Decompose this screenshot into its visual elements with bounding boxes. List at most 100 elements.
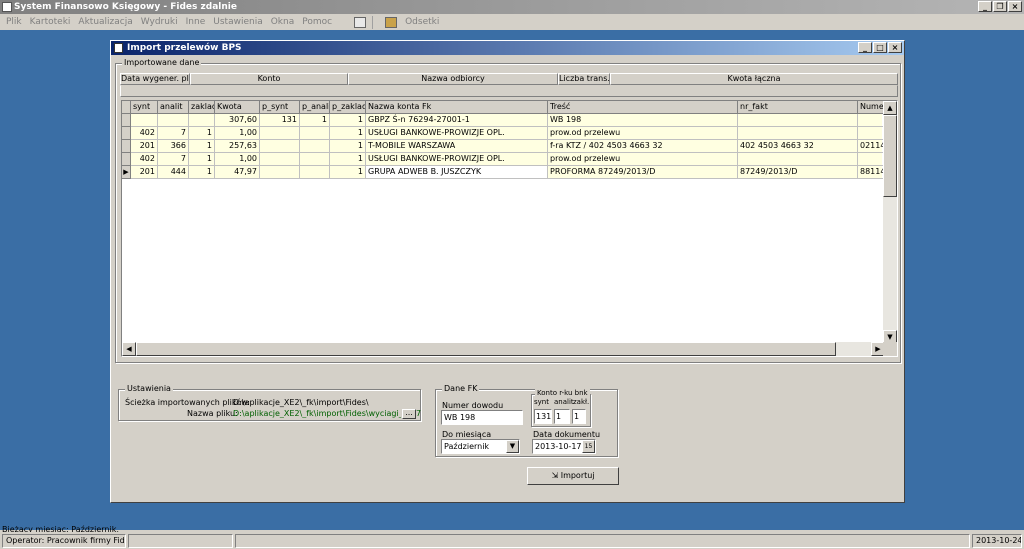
cell-numer[interactable] (858, 114, 885, 127)
menu-odsetki[interactable]: Odsetki (401, 17, 443, 27)
cell-nr-fakt[interactable]: 402 4503 4663 32 (738, 140, 858, 153)
table-row[interactable]: 201 366 1 257,63 1 T-MOBILE WARSZAWA f-ra KTZ … (122, 140, 885, 153)
cell-synt[interactable] (131, 114, 158, 127)
numer-dowodu-input[interactable]: WB 198 (441, 410, 523, 425)
menu-plik[interactable]: Plik (2, 17, 26, 27)
cell-synt[interactable]: 201 (131, 140, 158, 153)
cell-numer[interactable] (858, 153, 885, 166)
cell-p-analit[interactable] (300, 166, 330, 179)
row-indicator[interactable] (122, 140, 131, 153)
table-row[interactable]: 402 7 1 1,00 1 USŁUGI BANKOWE-PROWIZJE OPL. pr… (122, 127, 885, 140)
menu-aktualizacja[interactable]: Aktualizacja (74, 17, 136, 27)
cell-zaklad[interactable]: 1 (189, 153, 215, 166)
col-header-p-zaklad[interactable]: p_zaklad (330, 101, 366, 114)
transactions-grid[interactable]: synt analit zaklad Kwota p_synt p_analit… (121, 100, 898, 357)
cell-p-synt[interactable]: 131 (260, 114, 300, 127)
analit-input[interactable]: 1 (554, 409, 570, 424)
cell-nr-fakt[interactable] (738, 153, 858, 166)
cell-synt[interactable]: 402 (131, 127, 158, 140)
cell-kwota[interactable]: 307,60 (215, 114, 260, 127)
grid-horizontal-scrollbar[interactable]: ◀ ▶ (122, 342, 885, 356)
cell-p-analit[interactable] (300, 140, 330, 153)
cell-zaklad[interactable]: 1 (189, 140, 215, 153)
cell-tresc[interactable]: WB 198 (548, 114, 738, 127)
minimize-button[interactable]: _ (978, 1, 992, 12)
cell-p-zaklad[interactable]: 1 (330, 166, 366, 179)
menu-wydruki[interactable]: Wydruki (137, 17, 182, 27)
table-row[interactable]: ▶ 201 444 1 47,97 1 GRUPA ADWEB B. JUSZCZYK PRO… (122, 166, 885, 179)
cell-nazwa-konta[interactable]: GRUPA ADWEB B. JUSZCZYK (366, 166, 548, 179)
cell-nazwa-konta[interactable]: USŁUGI BANKOWE-PROWIZJE OPL. (366, 127, 548, 140)
col-header-nazwa-konta[interactable]: Nazwa konta Fk (366, 101, 548, 114)
row-indicator[interactable]: ▶ (122, 166, 131, 179)
cell-analit[interactable] (158, 114, 189, 127)
cell-p-analit[interactable] (300, 127, 330, 140)
menu-kartoteki[interactable]: Kartoteki (26, 17, 75, 27)
cell-tresc[interactable]: prow.od przelewu (548, 153, 738, 166)
dialog-maximize-button[interactable]: □ (873, 42, 887, 53)
cell-analit[interactable]: 7 (158, 127, 189, 140)
menu-pomoc[interactable]: Pomoc (298, 17, 336, 27)
col-header-zaklad[interactable]: zaklad (189, 101, 215, 114)
data-dokumentu-input[interactable]: 2013-10-17 15 (532, 439, 596, 454)
scroll-up-icon[interactable]: ▲ (883, 101, 897, 115)
col-header-analit[interactable]: analit (158, 101, 189, 114)
row-indicator[interactable] (122, 127, 131, 140)
cell-numer[interactable] (858, 127, 885, 140)
cell-nr-fakt[interactable] (738, 114, 858, 127)
cell-synt[interactable]: 402 (131, 153, 158, 166)
horizontal-scroll-thumb[interactable] (136, 342, 836, 356)
cell-numer[interactable]: 881140 (858, 166, 885, 179)
cell-analit[interactable]: 444 (158, 166, 189, 179)
importuj-button[interactable]: ⇲ Importuj (527, 467, 619, 485)
calendar-icon[interactable]: 15 (582, 440, 595, 453)
cell-tresc[interactable]: f-ra KTZ / 402 4503 4663 32 (548, 140, 738, 153)
cell-kwota[interactable]: 47,97 (215, 166, 260, 179)
vertical-scroll-thumb[interactable] (883, 115, 897, 197)
menu-okna[interactable]: Okna (267, 17, 299, 27)
cell-zaklad[interactable]: 1 (189, 127, 215, 140)
cell-p-zaklad[interactable]: 1 (330, 114, 366, 127)
cell-kwota[interactable]: 1,00 (215, 127, 260, 140)
restore-button[interactable]: ❐ (993, 1, 1007, 12)
cell-tresc[interactable]: PROFORMA 87249/2013/D (548, 166, 738, 179)
cell-nazwa-konta[interactable]: T-MOBILE WARSZAWA (366, 140, 548, 153)
cell-p-zaklad[interactable]: 1 (330, 140, 366, 153)
col-header-numer[interactable]: Numer d (858, 101, 885, 114)
cell-p-synt[interactable] (260, 166, 300, 179)
cell-nr-fakt[interactable] (738, 127, 858, 140)
scroll-left-icon[interactable]: ◀ (122, 342, 136, 356)
close-button[interactable]: × (1008, 1, 1022, 12)
cell-nazwa-konta[interactable]: USŁUGI BANKOWE-PROWIZJE OPL. (366, 153, 548, 166)
col-header-p-analit[interactable]: p_analit (300, 101, 330, 114)
cell-analit[interactable]: 366 (158, 140, 189, 153)
cell-kwota[interactable]: 1,00 (215, 153, 260, 166)
grid-vertical-scrollbar[interactable]: ▲ ▼ (883, 101, 897, 344)
col-header-tresc[interactable]: Treść (548, 101, 738, 114)
menu-ustawienia[interactable]: Ustawienia (209, 17, 266, 27)
cell-p-synt[interactable] (260, 127, 300, 140)
cell-analit[interactable]: 7 (158, 153, 189, 166)
cell-p-synt[interactable] (260, 153, 300, 166)
col-header-nr-fakt[interactable]: nr_fakt (738, 101, 858, 114)
dialog-close-button[interactable]: × (888, 42, 902, 53)
odsetki-icon[interactable] (385, 16, 398, 28)
synt-input[interactable]: 131 (534, 409, 552, 424)
menu-inne[interactable]: Inne (182, 17, 210, 27)
cell-p-zaklad[interactable]: 1 (330, 127, 366, 140)
cell-nr-fakt[interactable]: 87249/2013/D (738, 166, 858, 179)
cell-p-zaklad[interactable]: 1 (330, 153, 366, 166)
cell-p-synt[interactable] (260, 140, 300, 153)
cell-p-analit[interactable] (300, 153, 330, 166)
row-indicator[interactable] (122, 114, 131, 127)
dialog-minimize-button[interactable]: _ (858, 42, 872, 53)
row-indicator[interactable] (122, 153, 131, 166)
cell-tresc[interactable]: prow.od przelewu (548, 127, 738, 140)
cell-p-analit[interactable]: 1 (300, 114, 330, 127)
calculator-icon[interactable] (354, 16, 367, 28)
cell-zaklad[interactable] (189, 114, 215, 127)
col-header-synt[interactable]: synt (131, 101, 158, 114)
cell-synt[interactable]: 201 (131, 166, 158, 179)
browse-button[interactable]: ... (402, 409, 416, 419)
cell-nazwa-konta[interactable]: GBPZ Ś-n 76294-27001-1 (366, 114, 548, 127)
